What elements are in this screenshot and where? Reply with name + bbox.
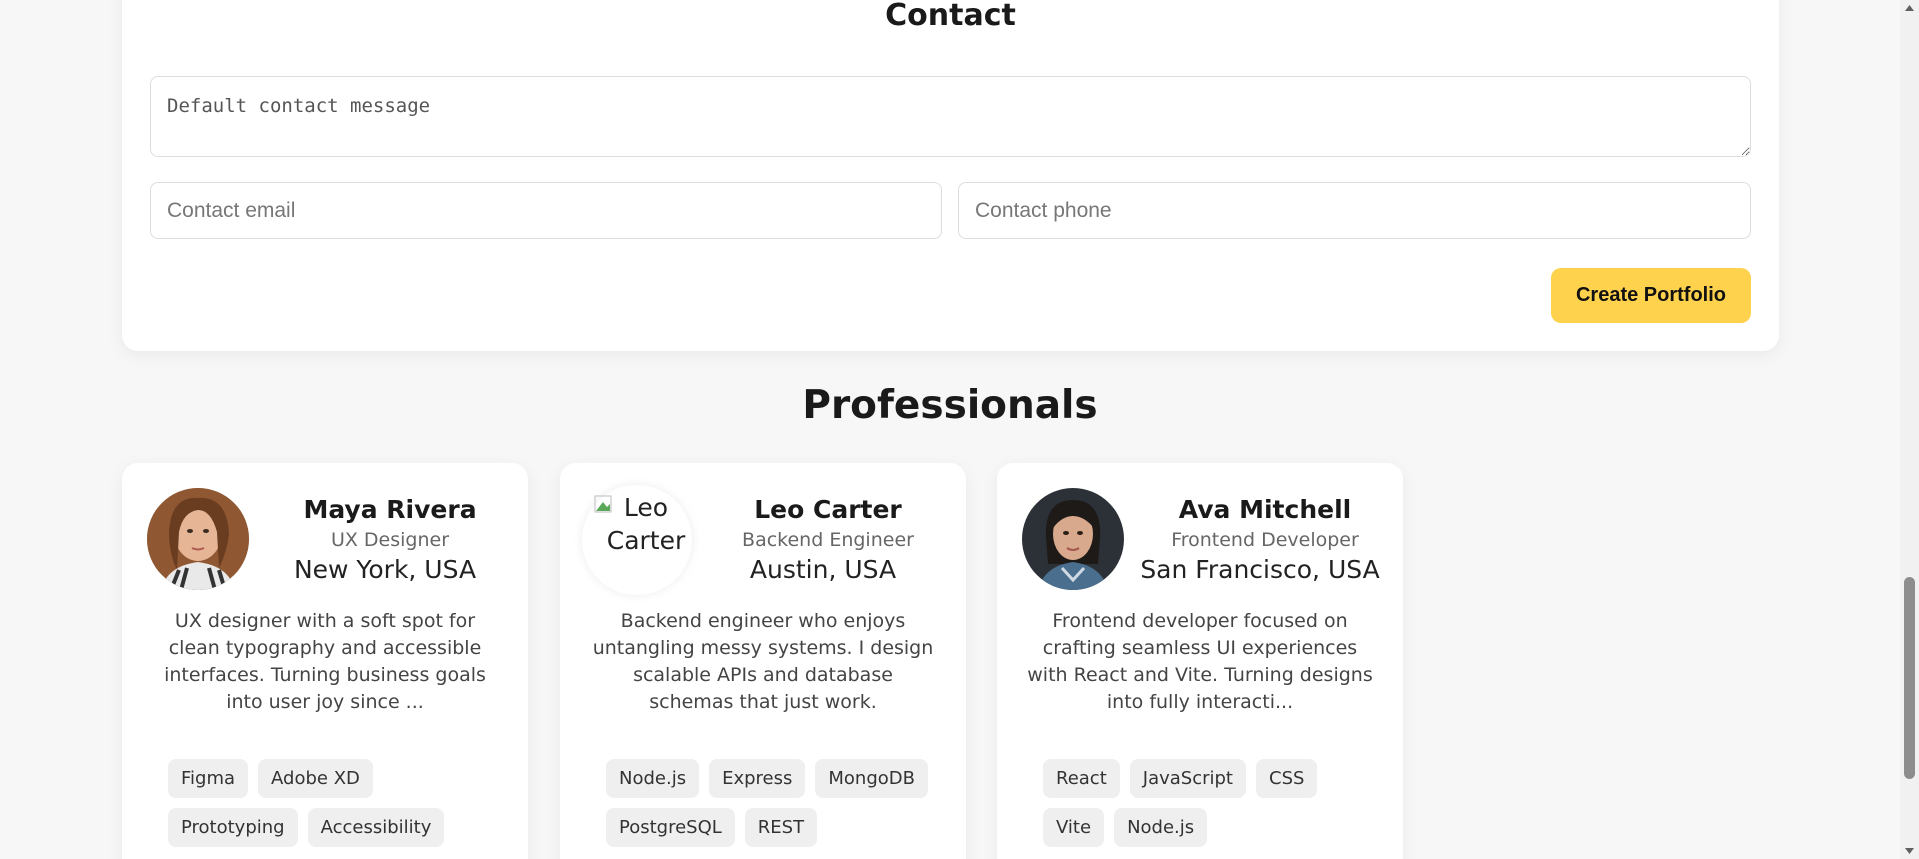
profile-name: Leo Carter	[754, 495, 902, 524]
skill-tag: Adobe XD	[258, 759, 373, 798]
profile-card[interactable]: Ava Mitchell Frontend Developer San Fran…	[997, 463, 1403, 859]
skill-tags: Node.js Express MongoDB PostgreSQL REST	[606, 759, 936, 847]
contact-title: Contact	[885, 0, 1016, 33]
skill-tags: Figma Adobe XD Prototyping Accessibility	[168, 759, 498, 847]
skill-tag: React	[1043, 759, 1120, 798]
skill-tag: Prototyping	[168, 808, 298, 847]
profile-name: Ava Mitchell	[1178, 495, 1352, 524]
skill-tags: React JavaScript CSS Vite Node.js	[1043, 759, 1373, 847]
profile-card[interactable]: Leo Carter Leo Carter Backend Engineer A…	[560, 463, 966, 859]
profile-card[interactable]: Maya Rivera UX Designer New York, USA UX…	[122, 463, 528, 859]
profile-location: New York, USA	[293, 555, 477, 584]
avatar-photo-maya	[147, 488, 249, 590]
avatar-photo-ava	[1022, 488, 1124, 590]
profile-role: UX Designer	[330, 529, 450, 551]
contact-section: Contact Create Portfolio	[122, 0, 1779, 351]
page: Contact Create Portfolio Professionals M…	[0, 0, 1900, 859]
profile-role: Backend Engineer	[742, 529, 914, 551]
avatar-alt-text: Leo Carter	[606, 493, 686, 555]
skill-tag: Node.js	[1114, 808, 1208, 847]
profile-name: Maya Rivera	[303, 495, 477, 524]
scroll-up-arrow-icon[interactable]	[1904, 3, 1915, 14]
avatar-broken-image: Leo Carter	[582, 485, 692, 595]
skill-tag: Vite	[1043, 808, 1105, 847]
profile-location: Austin, USA	[749, 555, 897, 584]
profile-bio: UX designer with a soft spot for clean t…	[164, 610, 486, 713]
skill-tag: JavaScript	[1129, 759, 1246, 798]
contact-phone-field[interactable]	[958, 182, 1751, 239]
skill-tag: MongoDB	[815, 759, 928, 798]
skill-tag: Accessibility	[307, 808, 445, 847]
create-portfolio-button[interactable]: Create Portfolio	[1551, 268, 1751, 323]
skill-tag: Node.js	[606, 759, 700, 798]
skill-tag: CSS	[1256, 759, 1318, 798]
professionals-title: Professionals	[802, 383, 1098, 428]
skill-tag: PostgreSQL	[606, 808, 735, 847]
profile-location: San Francisco, USA	[1140, 555, 1380, 584]
broken-image-icon	[594, 495, 612, 513]
avatar	[147, 488, 249, 590]
vertical-scrollbar[interactable]	[1900, 0, 1919, 859]
profile-bio: Frontend developer focused on crafting s…	[1027, 610, 1373, 713]
skill-tag: Figma	[168, 759, 249, 798]
scroll-down-arrow-icon[interactable]	[1904, 845, 1915, 856]
profile-role: Frontend Developer	[1171, 529, 1359, 551]
contact-email-field[interactable]	[150, 182, 942, 239]
scrollbar-thumb[interactable]	[1904, 577, 1915, 779]
profile-bio: Backend engineer who enjoys untangling m…	[592, 610, 934, 713]
skill-tag: REST	[744, 808, 818, 847]
contact-message-field[interactable]	[150, 76, 1751, 157]
avatar	[1022, 488, 1124, 590]
skill-tag: Express	[709, 759, 806, 798]
